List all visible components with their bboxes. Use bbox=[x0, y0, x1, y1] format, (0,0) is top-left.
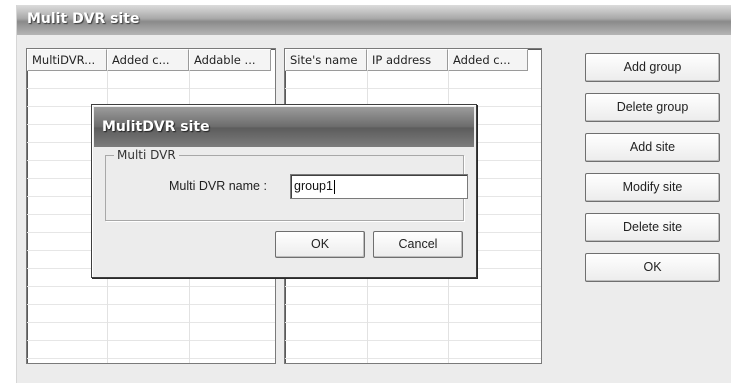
multi-dvr-name-value: group1 bbox=[294, 179, 333, 193]
dialog-title-bar[interactable]: MulitDVR site bbox=[94, 107, 474, 147]
modify-site-button[interactable]: Modify site bbox=[585, 173, 720, 202]
ok-button[interactable]: OK bbox=[585, 253, 720, 282]
column-header-multidvr[interactable]: MultiDVR... bbox=[27, 49, 107, 71]
window-title: Mulit DVR site bbox=[27, 11, 140, 27]
add-site-button[interactable]: Add site bbox=[585, 133, 720, 162]
delete-group-button[interactable]: Delete group bbox=[585, 93, 720, 122]
multidvr-site-dialog: MulitDVR site Multi DVR Multi DVR name :… bbox=[91, 104, 477, 278]
groupbox-label: Multi DVR bbox=[114, 148, 179, 162]
multidvr-list-header: MultiDVR... Added c... Addable ... bbox=[27, 49, 275, 71]
text-cursor bbox=[333, 179, 335, 194]
multi-dvr-name-input[interactable]: group1 bbox=[290, 174, 468, 199]
dialog-ok-button[interactable]: OK bbox=[275, 231, 365, 258]
column-header-added-count[interactable]: Added c... bbox=[448, 49, 528, 71]
title-bar[interactable]: Mulit DVR site bbox=[17, 5, 731, 35]
column-header-added-count[interactable]: Added c... bbox=[107, 49, 189, 71]
column-header-ip-address[interactable]: IP address bbox=[367, 49, 448, 71]
add-group-button[interactable]: Add group bbox=[585, 53, 720, 82]
site-list-header: Site's name IP address Added c... bbox=[285, 49, 541, 71]
dialog-cancel-button[interactable]: Cancel bbox=[373, 231, 463, 258]
delete-site-button[interactable]: Delete site bbox=[585, 213, 720, 242]
column-header-site-name[interactable]: Site's name bbox=[285, 49, 367, 71]
multi-dvr-groupbox: Multi DVR Multi DVR name : group1 bbox=[105, 148, 468, 221]
multi-dvr-name-label: Multi DVR name : bbox=[169, 179, 267, 193]
dialog-title: MulitDVR site bbox=[102, 119, 210, 135]
column-header-addable[interactable]: Addable ... bbox=[189, 49, 271, 71]
